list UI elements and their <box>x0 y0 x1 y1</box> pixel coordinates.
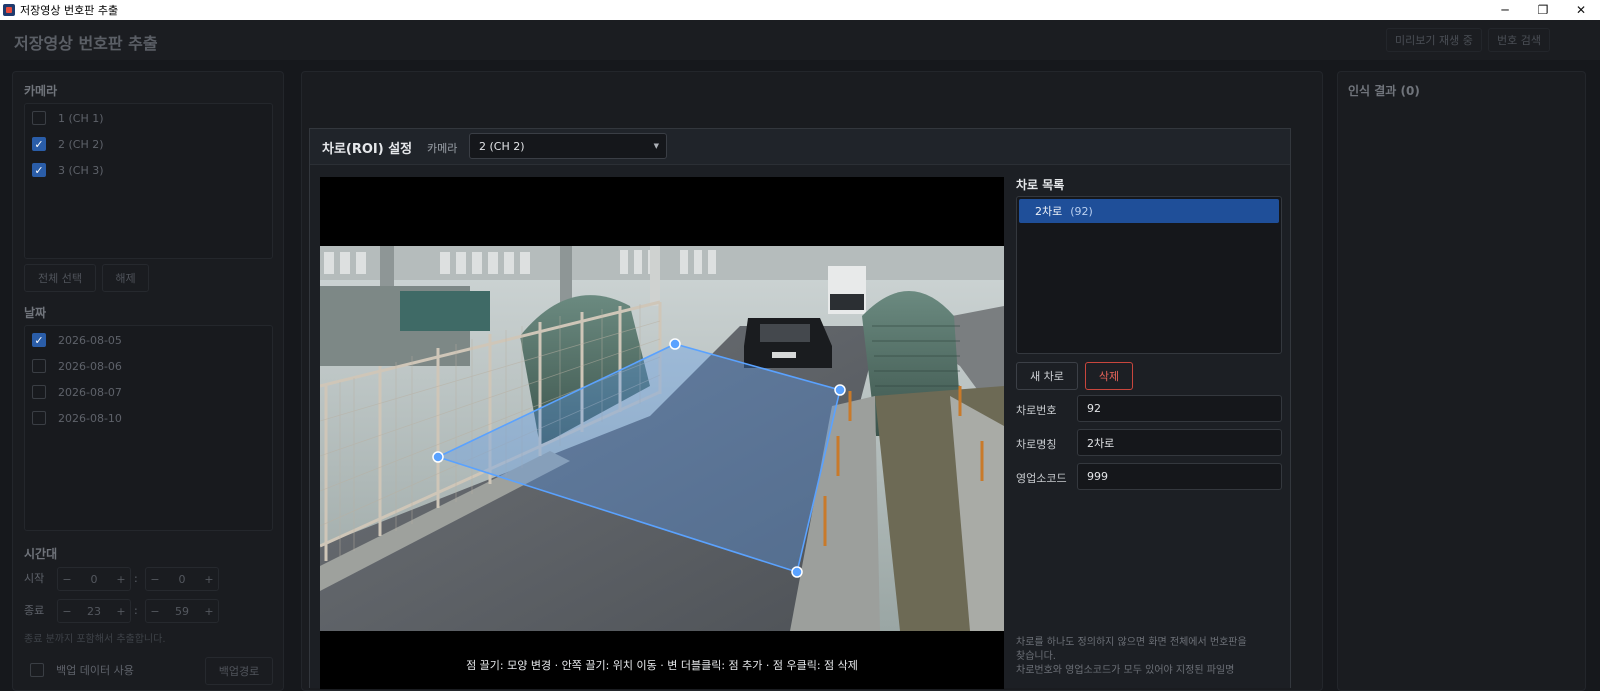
delete-lane-button[interactable]: 삭제 <box>1085 362 1133 390</box>
end-time-label: 종료 <box>24 604 45 617</box>
date-section-title: 날짜 <box>24 306 47 320</box>
time-section-title: 시간대 <box>24 547 58 561</box>
end-minute-stepper[interactable]: − 59 + <box>145 599 219 623</box>
checkbox[interactable] <box>32 385 46 399</box>
date-list: ✓ 2026-08-05 2026-08-06 2026-08-07 2026-0… <box>24 325 273 531</box>
lane-list: 2차로 (92) <box>1016 196 1282 354</box>
checkbox[interactable] <box>32 359 46 373</box>
time-separator: : <box>134 571 138 585</box>
roi-settings-dialog: 차로(ROI) 설정 카메라 2 (CH 2) ▼ 점 끌기: 모양 변경 · … <box>309 128 1291 689</box>
restore-icon[interactable]: ❐ <box>1524 0 1562 20</box>
preview-status-button[interactable]: 미리보기 재생 중 <box>1386 28 1482 52</box>
roi-handle-icon[interactable] <box>669 338 681 350</box>
camera-frame[interactable] <box>320 246 1004 631</box>
start-minute-stepper[interactable]: − 0 + <box>145 567 219 591</box>
time-separator: : <box>134 603 138 617</box>
plus-icon[interactable]: + <box>200 605 218 618</box>
video-canvas[interactable]: 점 끌기: 모양 변경 · 안쪽 끌기: 위치 이동 · 변 더블클릭: 점 추… <box>320 177 1004 689</box>
camera-item[interactable]: ✓ 3 (CH 3) <box>32 160 104 180</box>
date-item[interactable]: 2026-08-06 <box>32 356 122 376</box>
clear-selection-button[interactable]: 해제 <box>102 264 149 292</box>
lane-number-input[interactable]: 92 <box>1077 395 1282 422</box>
roi-help-note: 차로를 하나도 정의하지 않으면 화면 전체에서 번호판을 찾습니다. 차로번호… <box>1016 637 1247 676</box>
plus-icon[interactable]: + <box>112 573 130 586</box>
app-header: 저장영상 번호판 추출 미리보기 재생 중 번호 검색 <box>0 20 1600 60</box>
checkbox[interactable] <box>30 663 44 677</box>
dialog-header: 차로(ROI) 설정 카메라 2 (CH 2) ▼ <box>310 129 1290 165</box>
start-hour-value[interactable]: 0 <box>76 573 112 586</box>
camera-item[interactable]: 1 (CH 1) <box>32 108 104 128</box>
end-minute-value[interactable]: 59 <box>164 605 200 618</box>
results-title: 인식 결과 (0) <box>1348 84 1420 98</box>
start-minute-value[interactable]: 0 <box>164 573 200 586</box>
roi-handle-icon[interactable] <box>791 566 803 578</box>
office-code-input[interactable]: 999 <box>1077 463 1282 490</box>
results-panel: 인식 결과 (0) <box>1337 71 1586 691</box>
plate-search-button[interactable]: 번호 검색 <box>1488 28 1550 52</box>
time-note: 종료 분까지 포함해서 추출합니다. <box>24 633 166 645</box>
end-hour-stepper[interactable]: − 23 + <box>57 599 131 623</box>
camera-select[interactable]: 2 (CH 2) ▼ <box>469 133 667 159</box>
roi-handle-icon[interactable] <box>834 384 846 396</box>
checkbox[interactable] <box>32 111 46 125</box>
camera-list: 1 (CH 1) ✓ 2 (CH 2) ✓ 3 (CH 3) <box>24 103 273 259</box>
camera-label: 카메라 <box>427 142 458 155</box>
minus-icon[interactable]: − <box>146 605 164 618</box>
start-hour-stepper[interactable]: − 0 + <box>57 567 131 591</box>
lane-name-label: 차로명칭 <box>1016 438 1057 451</box>
minus-icon[interactable]: − <box>58 573 76 586</box>
roi-handle-icon[interactable] <box>432 451 444 463</box>
checkbox-checked-icon[interactable]: ✓ <box>32 137 46 151</box>
checkbox[interactable] <box>32 411 46 425</box>
app-icon <box>3 4 15 16</box>
end-hour-value[interactable]: 23 <box>76 605 112 618</box>
checkbox-checked-icon[interactable]: ✓ <box>32 163 46 177</box>
minus-icon[interactable]: − <box>58 605 76 618</box>
lane-list-title: 차로 목록 <box>1016 178 1065 192</box>
date-item[interactable]: 2026-08-10 <box>32 408 122 428</box>
lane-number-label: 차로번호 <box>1016 404 1057 417</box>
app-title: 저장영상 번호판 추출 <box>14 34 158 53</box>
backup-path-button[interactable]: 백업경로 <box>205 657 273 685</box>
select-all-button[interactable]: 전체 선택 <box>24 264 96 292</box>
window-titlebar: 저장영상 번호판 추출 ─ ❐ ✕ <box>0 0 1600 20</box>
plus-icon[interactable]: + <box>200 573 218 586</box>
minus-icon[interactable]: − <box>146 573 164 586</box>
minimize-icon[interactable]: ─ <box>1486 0 1524 20</box>
plus-icon[interactable]: + <box>112 605 130 618</box>
backup-option[interactable]: 백업 데이터 사용 <box>30 660 134 680</box>
left-panel: 카메라 1 (CH 1) ✓ 2 (CH 2) ✓ 3 (CH 3) 전체 선택 해… <box>12 71 284 691</box>
camera-section-title: 카메라 <box>24 84 58 98</box>
checkbox-checked-icon[interactable]: ✓ <box>32 333 46 347</box>
office-code-label: 영업소코드 <box>1016 472 1067 485</box>
chevron-down-icon: ▼ <box>653 142 659 150</box>
lane-list-item[interactable]: 2차로 (92) <box>1019 199 1279 223</box>
window-title: 저장영상 번호판 추출 <box>20 4 119 17</box>
roi-instructions: 점 끌기: 모양 변경 · 안쪽 끌기: 위치 이동 · 변 더블클릭: 점 추… <box>466 659 858 672</box>
dialog-title: 차로(ROI) 설정 <box>322 142 413 157</box>
new-lane-button[interactable]: 새 차로 <box>1016 362 1078 390</box>
start-time-label: 시작 <box>24 572 45 585</box>
close-icon[interactable]: ✕ <box>1562 0 1600 20</box>
lane-name-input[interactable]: 2차로 <box>1077 429 1282 456</box>
date-item[interactable]: 2026-08-07 <box>32 382 122 402</box>
date-item[interactable]: ✓ 2026-08-05 <box>32 330 122 350</box>
camera-item[interactable]: ✓ 2 (CH 2) <box>32 134 104 154</box>
